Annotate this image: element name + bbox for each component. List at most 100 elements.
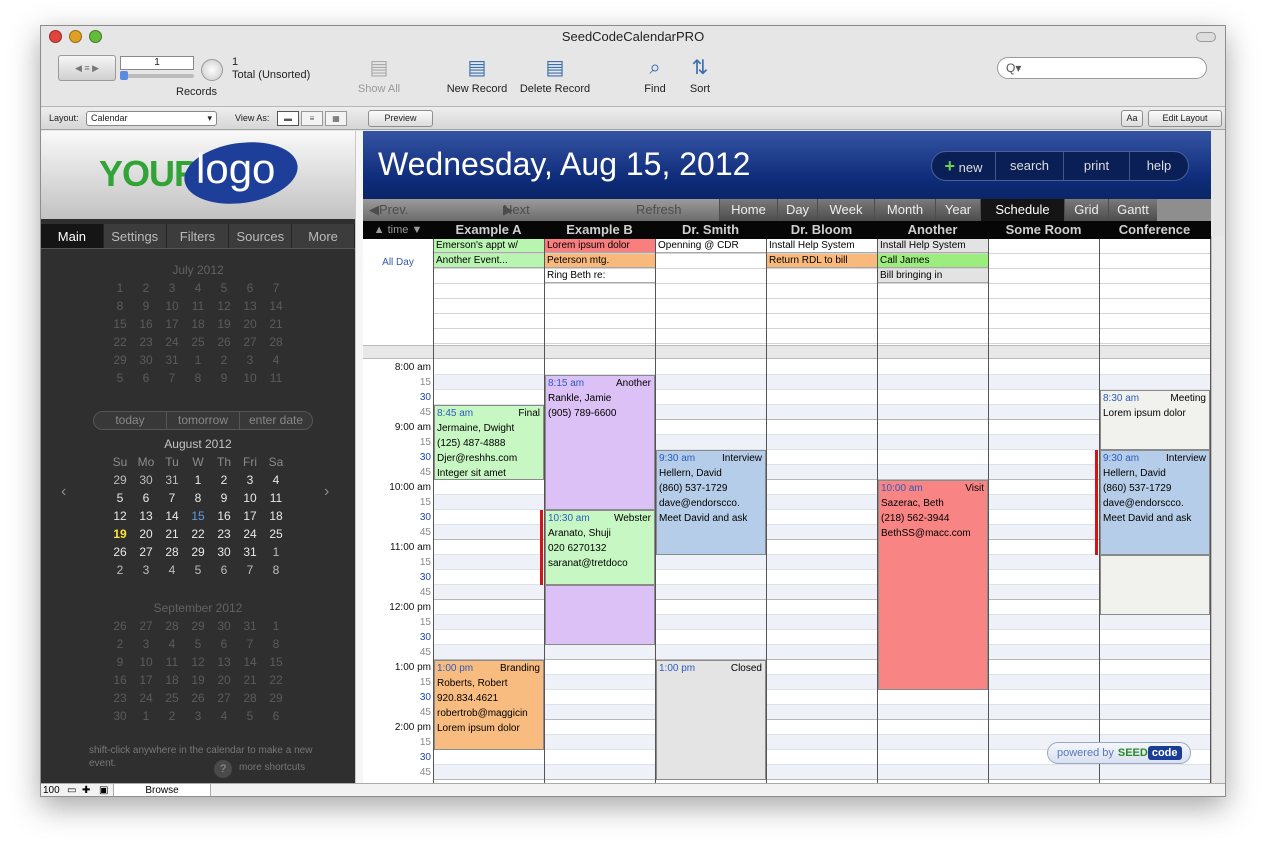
day-cell[interactable]: 7 <box>237 635 263 653</box>
calendar-event[interactable]: 8:30 am Meeting Lorem ipsum dolor <box>1100 390 1210 450</box>
day-cell[interactable]: 9 <box>211 489 237 507</box>
help-question-icon[interactable]: ? <box>214 760 232 778</box>
day-cell[interactable]: 26 <box>185 689 211 707</box>
all-day-event[interactable]: Another Event... <box>434 254 544 268</box>
all-day-event[interactable]: Install Help System <box>878 239 988 253</box>
prev-month-arrow-icon[interactable]: ‹ <box>61 483 66 501</box>
quick-tomorrow-button[interactable]: tomorrow <box>167 412 240 429</box>
calendar-event[interactable]: 10:00 am Visit Sazerac, Beth (218) 562-3944… <box>878 480 988 690</box>
day-cell[interactable]: 27 <box>237 333 263 351</box>
day-cell[interactable]: 23 <box>133 333 159 351</box>
record-slider[interactable] <box>120 71 194 80</box>
resource-header-example-b[interactable]: Example B <box>544 221 655 239</box>
time-slot-row[interactable] <box>433 645 1211 660</box>
all-day-event[interactable]: Install Help System <box>767 239 877 253</box>
day-cell[interactable]: 12 <box>185 653 211 671</box>
day-cell[interactable]: 4 <box>185 279 211 297</box>
resource-header-example-a[interactable]: Example A <box>433 221 544 239</box>
resource-header-dr-bloom[interactable]: Dr. Bloom <box>766 221 877 239</box>
day-cell[interactable]: 14 <box>159 507 185 525</box>
time-slot-row[interactable] <box>433 690 1211 705</box>
record-slider-thumb[interactable] <box>120 71 128 80</box>
day-cell[interactable]: 26 <box>107 617 133 635</box>
day-cell[interactable]: 8 <box>107 297 133 315</box>
day-cell[interactable]: 17 <box>159 315 185 333</box>
view-tab-home[interactable]: Home <box>719 199 777 221</box>
time-slot-row[interactable] <box>433 720 1211 735</box>
day-cell[interactable]: 12 <box>107 507 133 525</box>
day-cell[interactable]: 28 <box>159 617 185 635</box>
day-cell[interactable]: 20 <box>237 315 263 333</box>
day-cell[interactable]: 22 <box>263 671 289 689</box>
day-cell[interactable]: 11 <box>263 489 289 507</box>
day-cell[interactable]: 30 <box>211 617 237 635</box>
zoom-level[interactable]: 100 <box>43 784 60 796</box>
sidebar-tab-more[interactable]: More <box>292 224 355 248</box>
time-slot-row[interactable] <box>433 705 1211 720</box>
day-cell[interactable]: 3 <box>237 351 263 369</box>
day-cell[interactable]: 18 <box>263 507 289 525</box>
day-cell[interactable]: 6 <box>211 561 237 579</box>
delete-record-button[interactable]: ▤ Delete Record <box>517 56 593 95</box>
view-tab-day[interactable]: Day <box>777 199 817 221</box>
day-cell[interactable]: 3 <box>237 471 263 489</box>
day-cell[interactable]: 29 <box>185 543 211 561</box>
day-cell[interactable]: 8 <box>263 635 289 653</box>
powered-by-seedcode-badge[interactable]: powered by SEED code <box>1047 742 1191 764</box>
day-cell[interactable]: 10 <box>237 489 263 507</box>
day-cell[interactable]: 15 <box>185 507 211 525</box>
day-cell[interactable]: 30 <box>133 471 159 489</box>
view-tab-schedule[interactable]: Schedule <box>980 199 1064 221</box>
day-cell[interactable]: 11 <box>159 653 185 671</box>
day-cell[interactable]: 31 <box>159 471 185 489</box>
day-cell[interactable]: 29 <box>107 471 133 489</box>
all-day-event[interactable]: Bill bringing in <box>878 269 988 283</box>
day-cell[interactable]: 1 <box>107 279 133 297</box>
day-cell[interactable]: 3 <box>133 635 159 653</box>
day-cell[interactable]: 22 <box>107 333 133 351</box>
view-tab-grid[interactable]: Grid <box>1064 199 1108 221</box>
day-cell[interactable]: 13 <box>211 653 237 671</box>
day-cell[interactable]: 29 <box>107 351 133 369</box>
day-cell[interactable]: 12 <box>211 297 237 315</box>
help-button[interactable]: help <box>1130 152 1188 180</box>
print-button[interactable]: print <box>1064 152 1130 180</box>
new-record-button[interactable]: ▤ New Record <box>442 56 512 95</box>
day-cell[interactable]: 2 <box>107 561 133 579</box>
day-cell[interactable]: 4 <box>263 351 289 369</box>
resource-header-dr-smith[interactable]: Dr. Smith <box>655 221 766 239</box>
next-month-arrow-icon[interactable]: › <box>324 483 329 501</box>
day-cell[interactable]: 21 <box>263 315 289 333</box>
sort-button[interactable]: ⇅ Sort <box>684 56 716 95</box>
calendar-event[interactable]: 9:30 am Interview Hellern, David (860) 537-… <box>1100 450 1210 555</box>
day-cell[interactable]: 4 <box>211 707 237 725</box>
day-cell[interactable]: 21 <box>237 671 263 689</box>
day-cell[interactable]: 22 <box>185 525 211 543</box>
minimize-window-button[interactable] <box>69 30 82 43</box>
day-cell[interactable]: 2 <box>211 471 237 489</box>
day-cell[interactable]: 31 <box>159 351 185 369</box>
day-cell[interactable]: 7 <box>159 489 185 507</box>
day-cell[interactable]: 14 <box>263 297 289 315</box>
day-cell[interactable]: 6 <box>211 635 237 653</box>
layout-select[interactable]: Calendar ▾ <box>86 111 217 126</box>
view-tab-gantt[interactable]: Gantt <box>1108 199 1157 221</box>
text-format-button[interactable]: Aa <box>1121 110 1143 127</box>
day-cell[interactable]: 27 <box>211 689 237 707</box>
all-day-event[interactable]: Openning @ CDR <box>656 239 766 253</box>
day-cell[interactable]: 9 <box>107 653 133 671</box>
calendar-event[interactable]: 10:30 am Webster Aranato, Shuji 020 6270132… <box>545 510 655 585</box>
day-cell[interactable]: 6 <box>237 279 263 297</box>
day-cell[interactable]: 19 <box>185 671 211 689</box>
all-day-event[interactable]: Ring Beth re: <box>545 269 655 283</box>
day-cell[interactable]: 1 <box>263 617 289 635</box>
day-cell[interactable]: 23 <box>211 525 237 543</box>
day-cell[interactable]: 2 <box>211 351 237 369</box>
day-cell[interactable]: 1 <box>185 471 211 489</box>
calendar-event[interactable]: 9:30 am Interview Hellern, David (860) 537-… <box>656 450 766 555</box>
day-cell[interactable]: 10 <box>159 297 185 315</box>
day-cell[interactable]: 3 <box>185 707 211 725</box>
day-cell[interactable]: 30 <box>107 707 133 725</box>
calendar-event[interactable]: 8:45 am Final Jermaine, Dwight (125) 487-48… <box>434 405 544 480</box>
status-toolbar-toggle-icon[interactable]: ▣ <box>99 784 108 796</box>
